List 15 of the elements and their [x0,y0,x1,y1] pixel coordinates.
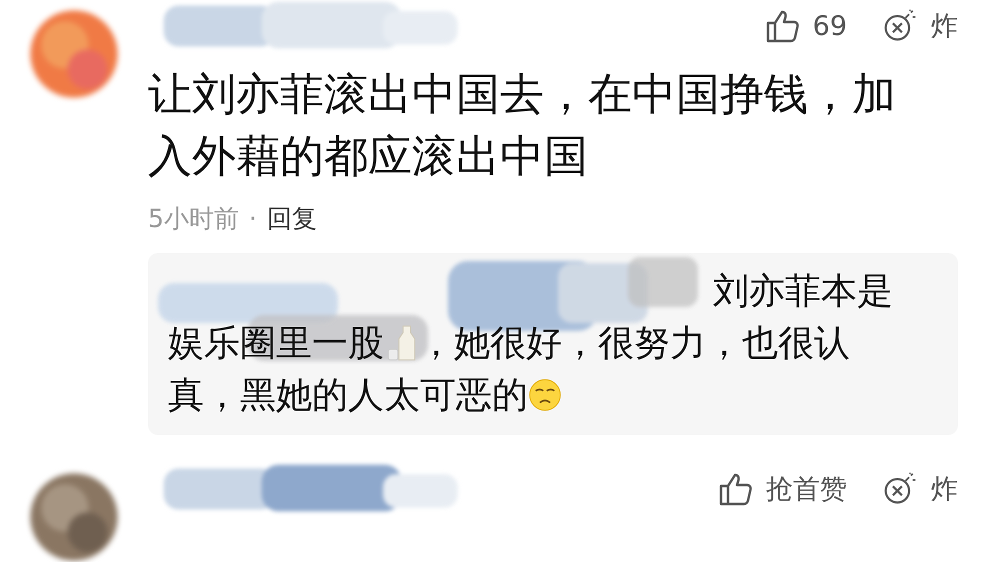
like-count[interactable]: 69 [812,10,847,42]
comment-time: 5小时前 [148,203,239,235]
reply-text: 娱乐圈里一股 [168,322,384,366]
reply-text: 真，黑她的人太可恶的 [168,374,528,418]
reply-text: ，她很好，很努力，也很认 [418,322,850,366]
thumbs-up-icon[interactable] [718,471,754,507]
like-count[interactable]: 抢首赞 [766,471,847,507]
reply-text: 刘亦菲本是 [713,270,893,314]
comment-text: 让刘亦菲滚出中国去，在中国挣钱，加入外藉的都应滚出中国 [148,68,897,184]
reply-link[interactable]: 回复 [266,202,317,235]
separator-dot: · [248,204,257,233]
thumbs-up-icon[interactable] [764,8,801,44]
bomb-label[interactable]: 炸 [931,8,958,44]
reply-card[interactable]: 刘亦菲本是 娱乐圈里一股 ，她很好，很努力，也很认 真，黑她的人太可恶的 [148,253,958,435]
bomb-label[interactable]: 炸 [931,471,958,507]
